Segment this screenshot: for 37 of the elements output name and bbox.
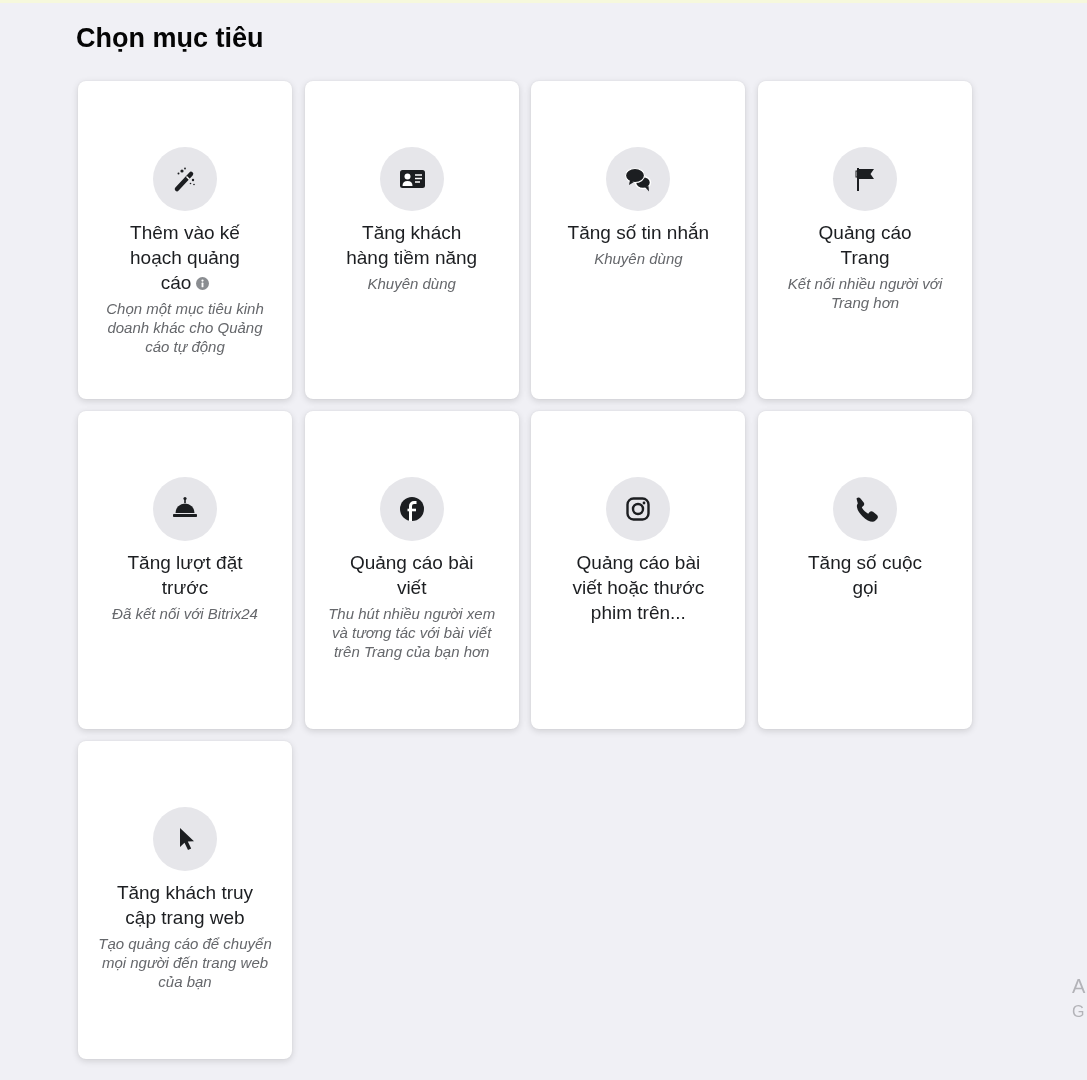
service-bell-icon bbox=[153, 477, 217, 541]
objective-title: Quảng cáo Trang bbox=[818, 222, 912, 268]
phone-icon bbox=[833, 477, 898, 541]
objective-description: Kết nối nhiều người với Trang hơn bbox=[786, 274, 944, 312]
objective-card[interactable]: Thêm vào kế hoạch quảng cáo Chọn một mục tiêu kinh doanh khác cho Quảng cáo tự động bbox=[78, 81, 292, 399]
objective-title: Tăng số cuộc gọi bbox=[808, 552, 923, 598]
flag-icon bbox=[833, 147, 898, 211]
objective-title: Quảng cáo bài viết hoặc thước phim trên... bbox=[572, 552, 705, 623]
contact-card-icon bbox=[379, 147, 444, 211]
objective-description: Khuyên dùng bbox=[367, 274, 456, 293]
objective-card[interactable]: Tăng khách truy cập trang web Tạo quảng cáo để chuyển mọi người đến trang web của bạn bbox=[78, 741, 292, 1059]
magic-wand-icon bbox=[153, 147, 217, 211]
objective-description: Tạo quảng cáo để chuyển mọi người đến trang web của bạn bbox=[97, 934, 273, 991]
objective-title: Tăng lượt đặt trước bbox=[127, 552, 243, 598]
objective-title: Tăng khách hàng tiềm năng bbox=[346, 222, 478, 268]
objective-card[interactable]: Quảng cáo bài viết hoặc thước phim trên... bbox=[531, 411, 746, 729]
system-notice-text: G bbox=[1072, 1003, 1086, 1021]
objective-description: Chọn một mục tiêu kinh doanh khác cho Quảng cáo tự động bbox=[105, 299, 265, 356]
objective-card[interactable]: Tăng lượt đặt trước Đã kết nối với Bitrix24 bbox=[78, 411, 292, 729]
objective-card[interactable]: Tăng khách hàng tiềm năng Khuyên dùng bbox=[304, 81, 519, 399]
objective-card[interactable]: Tăng số tin nhắn Khuyên dùng bbox=[531, 81, 746, 399]
chat-bubbles-icon bbox=[606, 147, 671, 211]
objective-card[interactable]: Quảng cáo bài viết Thu hút nhiều người xem và tương tác với bài viết trên Trang của bạn hơn bbox=[304, 411, 519, 729]
cursor-icon bbox=[153, 807, 217, 871]
system-notice-text: A bbox=[1072, 975, 1086, 997]
page-title: Chọn mục tiêu bbox=[76, 22, 264, 54]
objective-description: Thu hút nhiều người xem và tương tác với bài viết trên Trang của bạn hơn bbox=[327, 604, 497, 661]
objective-card[interactable]: Tăng số cuộc gọi bbox=[758, 411, 973, 729]
camera-icon bbox=[606, 477, 671, 541]
objective-title: Thêm vào kế hoạch quảng cáo bbox=[130, 222, 240, 293]
letter-f-circle-icon bbox=[379, 477, 444, 541]
objective-title: Tăng số tin nhắn bbox=[567, 222, 710, 243]
objective-card[interactable]: Quảng cáo Trang Kết nối nhiều người với Trang hơn bbox=[758, 81, 973, 399]
objective-title: Quảng cáo bài viết bbox=[349, 552, 474, 598]
objective-description: Khuyên dùng bbox=[594, 249, 683, 268]
objective-description: Đã kết nối với Bitrix24 bbox=[112, 604, 258, 623]
objective-title: Tăng khách truy cập trang web bbox=[116, 882, 254, 928]
